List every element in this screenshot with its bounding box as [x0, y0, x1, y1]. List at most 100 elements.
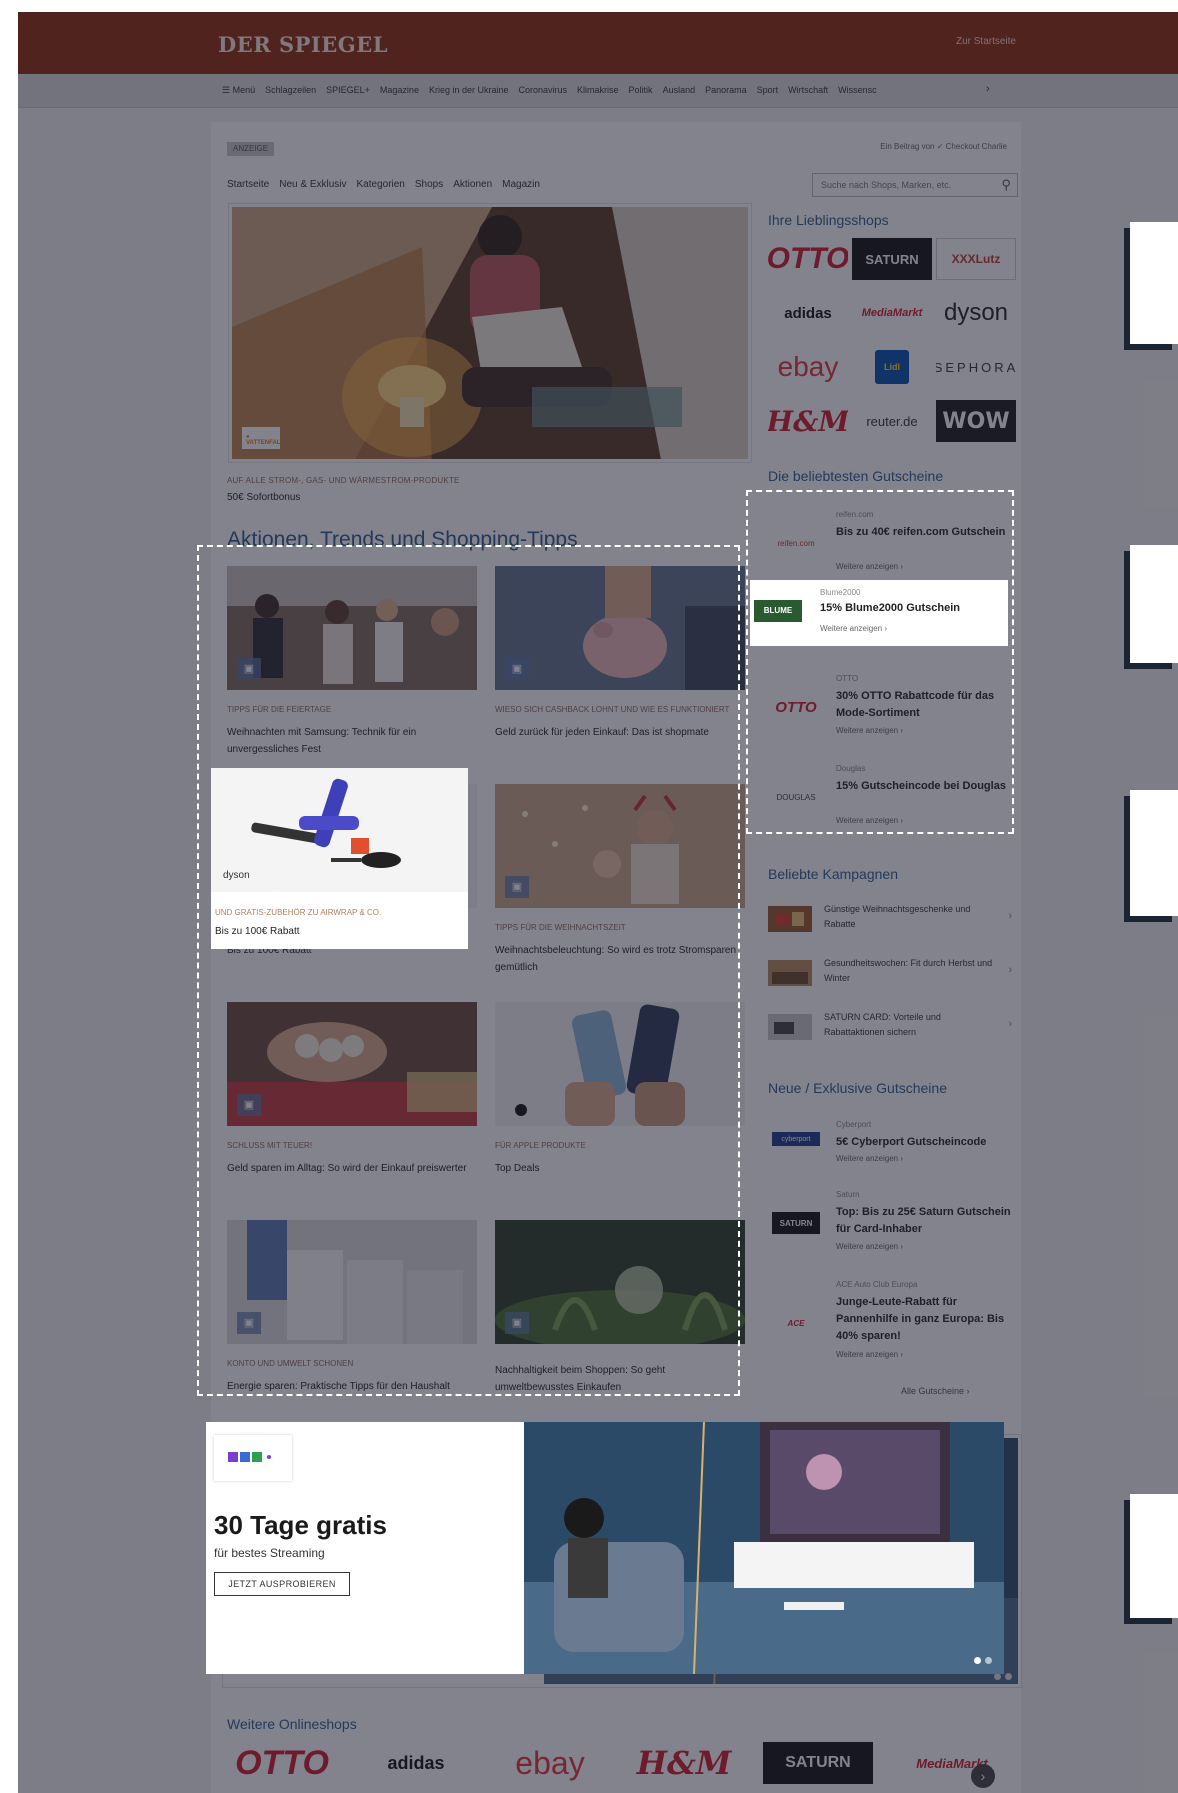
nav-item[interactable]: Magazine: [380, 85, 419, 96]
subnav-item[interactable]: Shops: [415, 179, 443, 190]
coupon-title[interactable]: Bis zu 40€ reifen.com Gutschein: [836, 524, 1016, 541]
coupon-more-link[interactable]: Weitere anzeigen ›: [836, 1242, 903, 1251]
shop-logo-hm[interactable]: H&M: [629, 1742, 739, 1784]
carousel-dots[interactable]: [974, 1657, 992, 1664]
shop-logo-hm[interactable]: H&M: [768, 400, 848, 442]
card-title[interactable]: Bis zu 100€ Rabatt: [215, 926, 300, 937]
card-title[interactable]: Nachhaltigkeit beim Shoppen: So geht umw…: [495, 1362, 745, 1396]
shop-logo-sephora[interactable]: SEPHORA: [936, 346, 1016, 388]
hero-title[interactable]: 50€ Sofortbonus: [227, 492, 300, 503]
coupon-shop: Blume2000: [820, 588, 861, 597]
article-card[interactable]: ▣ KONTO UND UMWELT SCHONEN Energie spare…: [227, 1220, 477, 1410]
carousel-dots[interactable]: [994, 1673, 1012, 1680]
coupon-item[interactable]: OTTO OTTO 30% OTTO Rabattcode für das Mo…: [768, 666, 1018, 752]
nav-item[interactable]: Krieg in der Ukraine: [429, 85, 509, 96]
card-title[interactable]: Weihnachtsbeleuchtung: So wird es trotz …: [495, 942, 745, 976]
coupon-item[interactable]: DOUGLAS Douglas 15% Gutscheincode bei Do…: [768, 756, 1018, 842]
annotation-card: [1130, 790, 1178, 916]
chevron-right-icon[interactable]: ›: [971, 1764, 995, 1788]
subnav-item[interactable]: Startseite: [227, 179, 269, 190]
shop-logo-saturn[interactable]: SATURN: [763, 1742, 873, 1784]
nav-item[interactable]: Wissensc: [838, 85, 877, 96]
campaign-text[interactable]: Günstige Weihnachtsgeschenke und Rabatte: [824, 902, 994, 932]
article-card[interactable]: ▣ Nachhaltigkeit beim Shoppen: So geht u…: [495, 1220, 745, 1410]
coupon-more-link[interactable]: Weitere anzeigen ›: [836, 816, 903, 825]
blume2000-coupon-focus[interactable]: BLUME 2000 Blume2000 15% Blume2000 Gutsc…: [750, 580, 1008, 646]
coupon-more-link[interactable]: Weitere anzeigen ›: [836, 562, 903, 571]
nav-item[interactable]: Coronavirus: [519, 85, 568, 96]
nav-item[interactable]: SPIEGEL+: [326, 85, 370, 96]
shop-logo-reuter[interactable]: reuter.de: [852, 400, 932, 442]
coupon-item[interactable]: cyberport Cyberport 5€ Cyberport Gutsche…: [768, 1112, 1018, 1178]
campaign-item[interactable]: SATURN CARD: Vorteile und Rabattaktionen…: [768, 1006, 1018, 1052]
coupon-title[interactable]: Junge-Leute-Rabatt für Pannenhilfe in ga…: [836, 1294, 1016, 1345]
all-coupons-link[interactable]: Alle Gutscheine ›: [901, 1386, 970, 1396]
card-title[interactable]: Top Deals: [495, 1160, 745, 1177]
shop-logo-xxxlutz[interactable]: XXXLutz: [936, 238, 1016, 280]
shop-logo-saturn[interactable]: SATURN: [852, 238, 932, 280]
campaign-item[interactable]: Günstige Weihnachtsgeschenke und Rabatte…: [768, 898, 1018, 944]
campaign-image: [768, 960, 812, 986]
article-card[interactable]: ▣ WIESO SICH CASHBACK LOHNT UND WIE ES F…: [495, 566, 745, 756]
search-icon[interactable]: ⚲: [1001, 177, 1011, 193]
coupon-title[interactable]: Top: Bis zu 25€ Saturn Gutschein für Car…: [836, 1204, 1016, 1238]
coupon-item[interactable]: ACE ACE Auto Club Europa Junge-Leute-Rab…: [768, 1272, 1018, 1382]
shop-logo-otto[interactable]: OTTO: [227, 1742, 337, 1784]
shop-logo-ebay[interactable]: ebay: [495, 1742, 605, 1784]
shop-logo-mediamarkt[interactable]: MediaMarkt: [852, 292, 932, 334]
subnav-item[interactable]: Kategorien: [357, 179, 405, 190]
coupon-more-link[interactable]: Weitere anzeigen ›: [836, 1350, 903, 1359]
coupon-title[interactable]: 30% OTTO Rabattcode für das Mode-Sortime…: [836, 688, 1016, 722]
article-card[interactable]: ▣ TIPPS FÜR DIE FEIERTAGE Weihnachten mi…: [227, 566, 477, 756]
nav-item[interactable]: Ausland: [663, 85, 696, 96]
card-title[interactable]: Energie sparen: Praktische Tipps für den…: [227, 1378, 477, 1395]
card-title[interactable]: Weihnachten mit Samsung: Technik für ein…: [227, 724, 477, 758]
card-title[interactable]: Geld zurück für jeden Einkauf: Das ist s…: [495, 724, 745, 741]
coupon-title[interactable]: 15% Gutscheincode bei Douglas: [836, 778, 1016, 795]
coupon-title[interactable]: 5€ Cyberport Gutscheincode: [836, 1134, 1016, 1151]
sponsor-note[interactable]: Ein Beitrag von ✓ Checkout Charlie: [880, 142, 1007, 151]
nav-item[interactable]: Politik: [629, 85, 653, 96]
nav-item[interactable]: Panorama: [705, 85, 747, 96]
shop-search-input[interactable]: Suche nach Shops, Marken, etc. ⚲: [812, 173, 1018, 197]
rtl-plus-logo: [214, 1435, 292, 1481]
nav-item[interactable]: Sport: [757, 85, 779, 96]
vattenfall-logo: ● VATTENFALL: [242, 427, 284, 449]
article-card[interactable]: FÜR APPLE PRODUKTE Top Deals: [495, 1002, 745, 1192]
article-card[interactable]: ▣ SCHLUSS MIT TEUER! Geld sparen im Allt…: [227, 1002, 477, 1192]
dyson-ad-card-focus[interactable]: dyson UND GRATIS-ZUBEHÖR ZU AIRWRAP & CO…: [211, 768, 468, 949]
card-title[interactable]: Geld sparen im Alltag: So wird der Einka…: [227, 1160, 477, 1177]
shop-logo-dyson[interactable]: dyson: [936, 292, 1016, 334]
card-image: ▣: [227, 566, 477, 690]
shop-logo-wow[interactable]: WOW: [936, 400, 1016, 442]
subnav-item[interactable]: Magazin: [502, 179, 540, 190]
coupon-item[interactable]: reifen.com reifen.com Bis zu 40€ reifen.…: [768, 502, 1018, 588]
campaign-item[interactable]: Gesundheitswochen: Fit durch Herbst und …: [768, 952, 1018, 998]
campaign-text[interactable]: Gesundheitswochen: Fit durch Herbst und …: [824, 956, 994, 986]
subnav-item[interactable]: Aktionen: [453, 179, 492, 190]
try-now-button[interactable]: JETZT AUSPROBIEREN: [214, 1572, 350, 1596]
shop-logo-otto[interactable]: OTTO: [768, 238, 848, 280]
shop-logo-ebay[interactable]: ebay: [768, 346, 848, 388]
hero-teaser-image[interactable]: ● VATTENFALL: [229, 204, 751, 462]
coupon-more-link[interactable]: Weitere anzeigen ›: [836, 1154, 903, 1163]
chevron-right-icon: ›: [1008, 910, 1012, 922]
shop-logo-lidl[interactable]: Lidl: [852, 346, 932, 388]
shop-logo-adidas[interactable]: adidas: [361, 1742, 471, 1784]
coupon-title[interactable]: 15% Blume2000 Gutschein: [820, 602, 960, 614]
rtl-plus-banner-focus[interactable]: 30 Tage gratis für bestes Streaming JETZ…: [206, 1422, 1004, 1674]
coupon-more-link[interactable]: Weitere anzeigen ›: [820, 624, 887, 633]
spiegel-logo[interactable]: DER SPIEGEL: [218, 32, 388, 57]
home-link[interactable]: Zur Startseite: [956, 36, 1016, 47]
campaign-text[interactable]: SATURN CARD: Vorteile und Rabattaktionen…: [824, 1010, 994, 1040]
nav-scroll-right-icon[interactable]: ›: [986, 83, 990, 95]
nav-item[interactable]: Wirtschaft: [788, 85, 828, 96]
nav-item[interactable]: Klimakrise: [577, 85, 619, 96]
nav-item[interactable]: Schlagzeilen: [265, 85, 316, 96]
coupon-item[interactable]: SATURN Saturn Top: Bis zu 25€ Saturn Gut…: [768, 1182, 1018, 1268]
shop-logo-adidas[interactable]: adidas: [768, 292, 848, 334]
subnav-item[interactable]: Neu & Exklusiv: [279, 179, 346, 190]
coupon-more-link[interactable]: Weitere anzeigen ›: [836, 726, 903, 735]
menu-button[interactable]: ☰ Menü: [222, 85, 255, 96]
article-card[interactable]: ▣ TIPPS FÜR DIE WEIHNACHTSZEIT Weihnacht…: [495, 784, 745, 974]
